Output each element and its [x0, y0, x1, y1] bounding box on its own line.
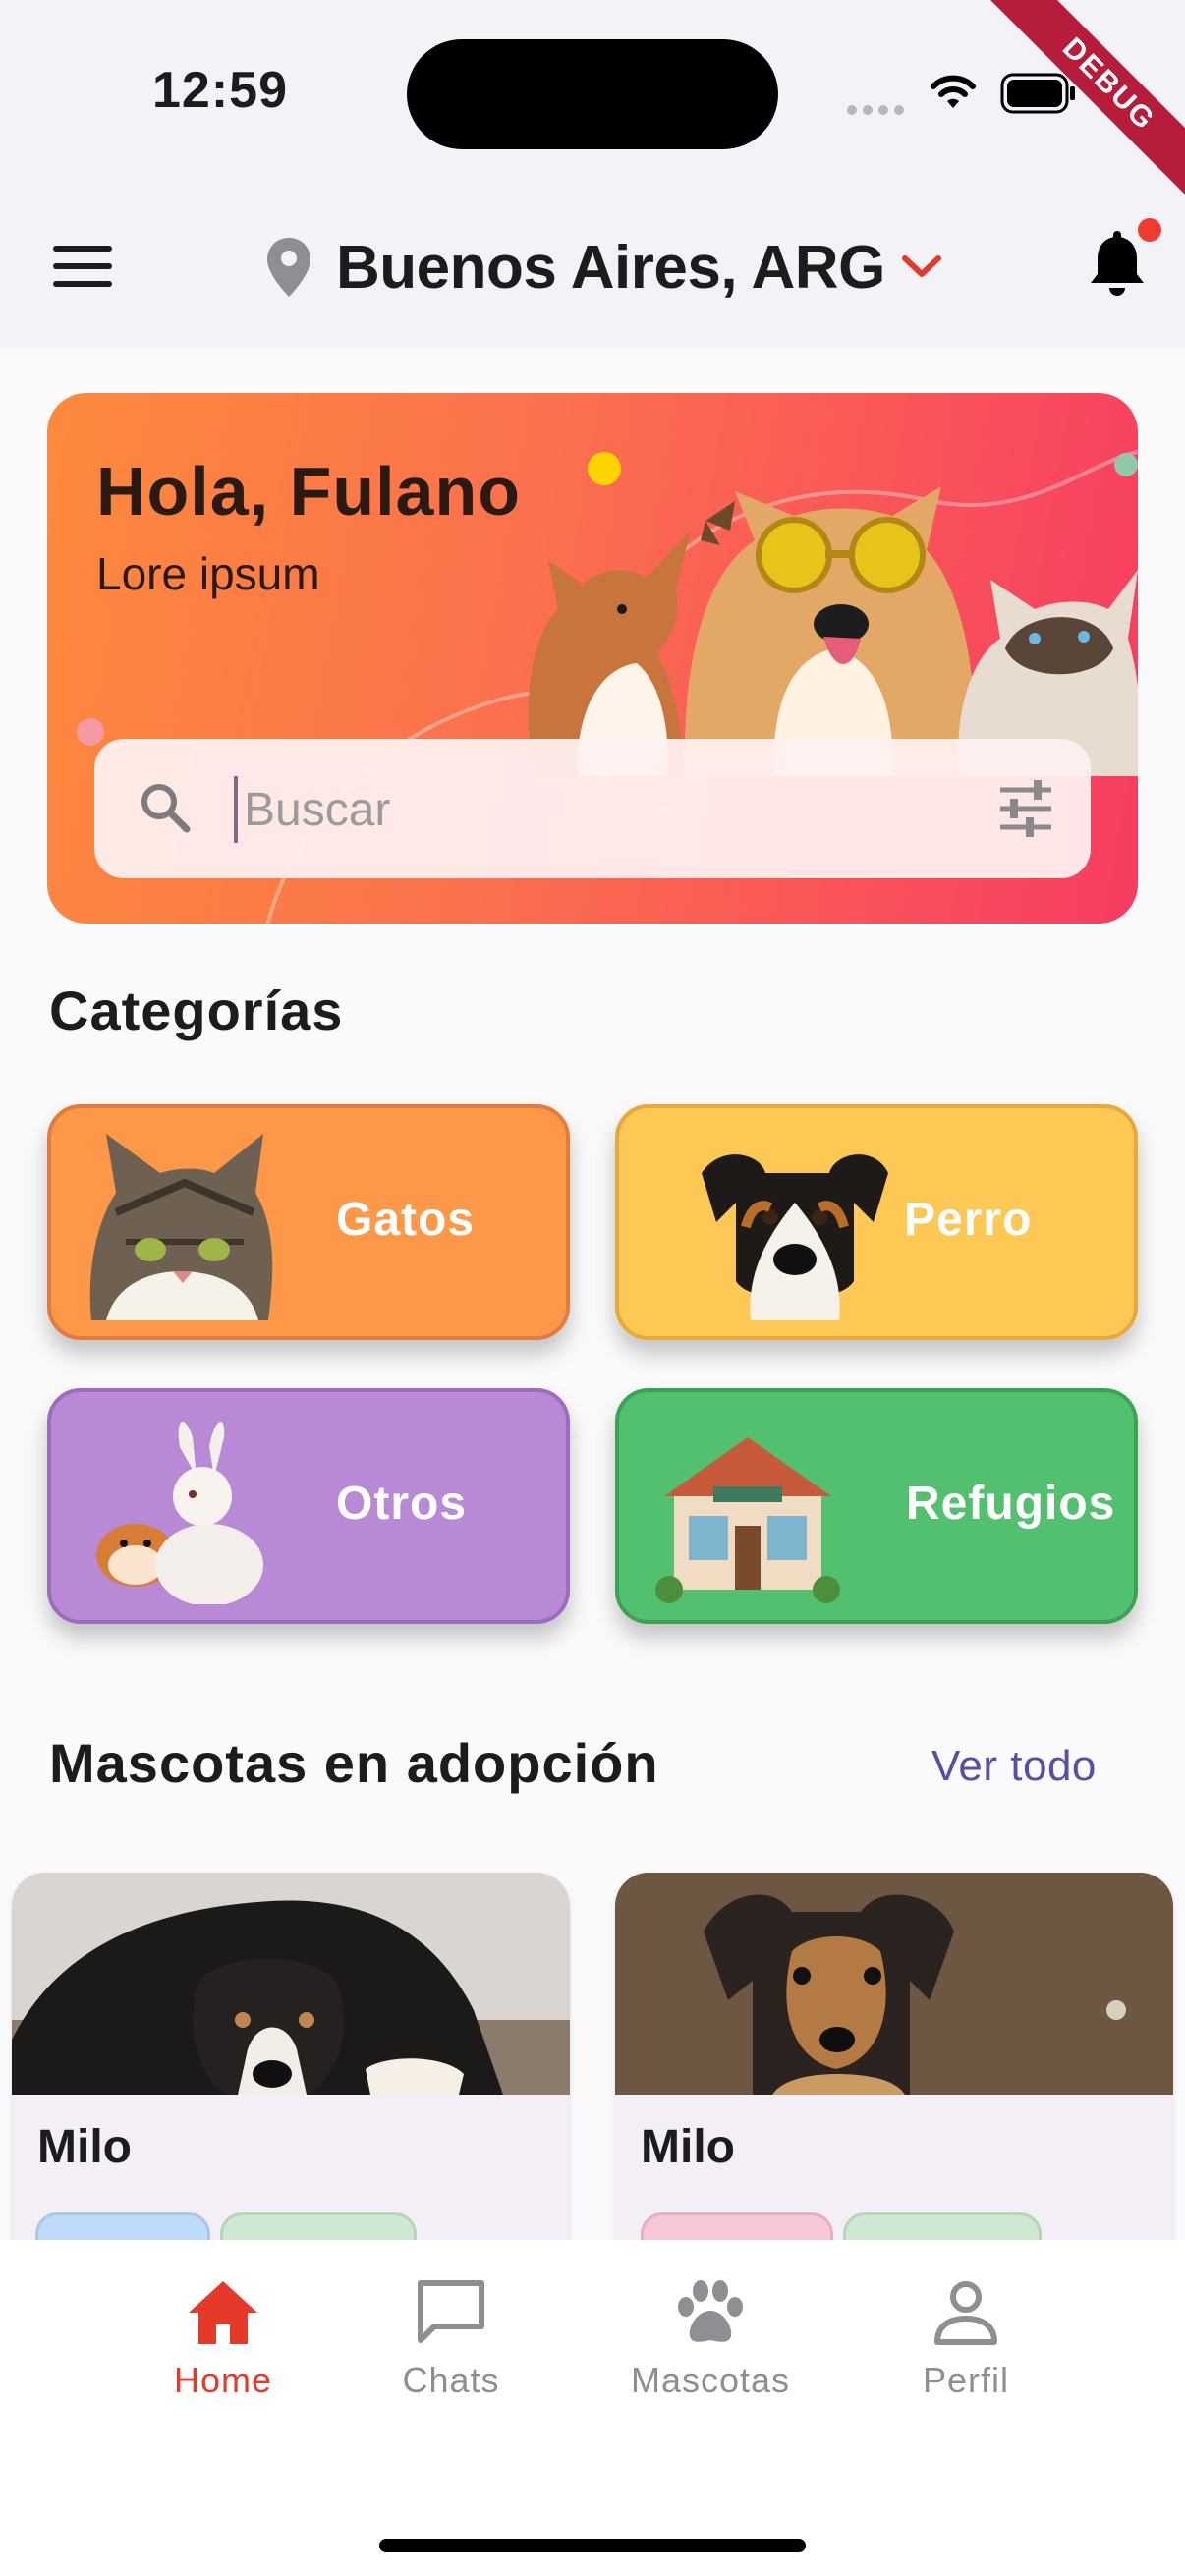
- search-input[interactable]: [234, 776, 933, 843]
- hero-banner: Hola, Fulano Lore ipsum: [47, 393, 1138, 924]
- category-others[interactable]: Otros: [47, 1388, 570, 1624]
- notification-dot: [1138, 218, 1161, 242]
- nav-label: Mascotas: [630, 2360, 791, 2400]
- dynamic-island: [407, 39, 778, 149]
- chat-icon: [418, 2280, 484, 2343]
- nav-label: Home: [173, 2360, 273, 2400]
- dog-image: [702, 1154, 888, 1320]
- menu-button[interactable]: [53, 246, 112, 287]
- hero-pets-illustration: [528, 486, 1138, 776]
- location-selector[interactable]: Buenos Aires, ARG: [265, 228, 944, 307]
- search-icon: [141, 784, 191, 833]
- chevron-down-icon: [901, 255, 941, 277]
- status-time: 12:59: [152, 62, 288, 119]
- category-label: Refugios: [906, 1478, 1116, 1530]
- paw-icon: [678, 2280, 743, 2342]
- category-dogs[interactable]: Perro: [615, 1104, 1138, 1340]
- signal-icon: [847, 102, 910, 120]
- nav-perfil[interactable]: Perfil: [882, 2277, 1049, 2401]
- category-cats[interactable]: Gatos: [47, 1104, 570, 1340]
- menu-icon: [53, 246, 112, 252]
- category-label: Perro: [904, 1194, 1033, 1246]
- nav-home[interactable]: Home: [140, 2277, 307, 2401]
- filter-icon[interactable]: [996, 780, 1055, 837]
- pet-name: Milo: [641, 2121, 735, 2173]
- pet-card[interactable]: Milo: [615, 1873, 1173, 2285]
- shelter-house-image: [655, 1437, 840, 1603]
- view-all-link[interactable]: Ver todo: [931, 1742, 1097, 1791]
- wifi-icon: [931, 75, 976, 108]
- location-pin-icon: [267, 238, 310, 297]
- pet-photo: [12, 1873, 570, 2095]
- search-bar: [94, 739, 1091, 878]
- cat-image: [89, 1134, 273, 1320]
- location-title: Buenos Aires, ARG: [336, 233, 885, 302]
- adoption-title: Mascotas en adopción: [49, 1732, 659, 1794]
- category-shelters[interactable]: Refugios: [615, 1388, 1138, 1624]
- nav-chats[interactable]: Chats: [367, 2277, 535, 2401]
- pet-name: Milo: [37, 2121, 132, 2173]
- notification-bell-icon[interactable]: [1086, 231, 1149, 300]
- person-icon: [934, 2281, 997, 2345]
- category-label: Otros: [336, 1478, 468, 1530]
- pet-card[interactable]: Milo: [12, 1873, 570, 2285]
- nav-mascotas[interactable]: Mascotas: [627, 2277, 794, 2401]
- nav-label: Perfil: [922, 2360, 1010, 2400]
- home-icon: [189, 2281, 257, 2344]
- rabbit-hamster-image: [96, 1421, 263, 1604]
- category-label: Gatos: [336, 1194, 476, 1246]
- greeting-subtitle: Lore ipsum: [96, 548, 320, 599]
- pet-photo: [615, 1873, 1173, 2095]
- greeting-title: Hola, Fulano: [96, 453, 521, 530]
- nav-label: Chats: [402, 2360, 500, 2400]
- categories-title: Categorías: [49, 980, 344, 1041]
- battery-icon: [1000, 73, 1075, 114]
- home-indicator: [379, 2539, 806, 2552]
